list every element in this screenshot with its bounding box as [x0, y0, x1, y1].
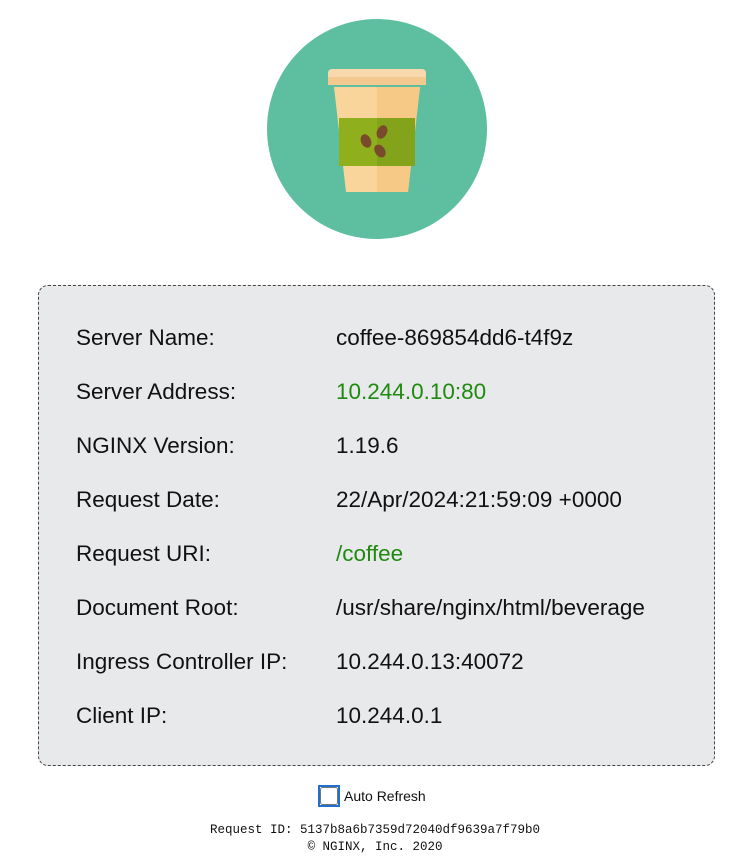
request-id: Request ID: 5137b8a6b7359d72040df9639a7f… — [209, 823, 541, 837]
client-ip-value: 10.244.0.1 — [336, 703, 443, 728]
coffee-cup-icon — [267, 19, 487, 239]
ingress-controller-ip-value: 10.244.0.13:40072 — [336, 649, 524, 674]
server-name-row: Server Name: coffee-869854dd6-t4f9z — [76, 322, 706, 354]
copyright-text: © NGINX, Inc. 2020 — [307, 840, 443, 854]
client-ip-label: Client IP: — [76, 703, 168, 728]
server-address-label: Server Address: — [76, 379, 237, 404]
server-address-row: Server Address: 10.244.0.10:80 — [76, 376, 706, 408]
nginx-version-label: NGINX Version: — [76, 433, 235, 458]
document-root-row: Document Root: /usr/share/nginx/html/bev… — [76, 592, 706, 624]
auto-refresh-label: Auto Refresh — [344, 788, 426, 804]
document-root-value: /usr/share/nginx/html/beverage — [336, 595, 645, 620]
nginx-version-value: 1.19.6 — [336, 433, 399, 458]
server-name-label: Server Name: — [76, 325, 215, 350]
ingress-controller-ip-label: Ingress Controller IP: — [76, 649, 288, 674]
server-info-panel: Server Name: coffee-869854dd6-t4f9z Serv… — [38, 285, 715, 766]
server-address-value: 10.244.0.10:80 — [336, 379, 487, 404]
ingress-controller-ip-row: Ingress Controller IP: 10.244.0.13:40072 — [76, 646, 706, 678]
coffee-logo — [267, 19, 487, 239]
request-uri-row: Request URI: /coffee — [76, 538, 706, 570]
server-name-value: coffee-869854dd6-t4f9z — [336, 325, 574, 350]
client-ip-row: Client IP: 10.244.0.1 — [76, 700, 706, 732]
document-root-label: Document Root: — [76, 595, 239, 620]
request-uri-value: /coffee — [336, 541, 404, 566]
auto-refresh-checkbox[interactable] — [318, 785, 340, 807]
request-date-label: Request Date: — [76, 487, 220, 512]
request-date-value: 22/Apr/2024:21:59:09 +0000 — [336, 487, 622, 512]
request-uri-label: Request URI: — [76, 541, 212, 566]
request-date-row: Request Date: 22/Apr/2024:21:59:09 +0000 — [76, 484, 706, 516]
nginx-version-row: NGINX Version: 1.19.6 — [76, 430, 706, 462]
auto-refresh-control[interactable]: Auto Refresh — [318, 784, 426, 808]
